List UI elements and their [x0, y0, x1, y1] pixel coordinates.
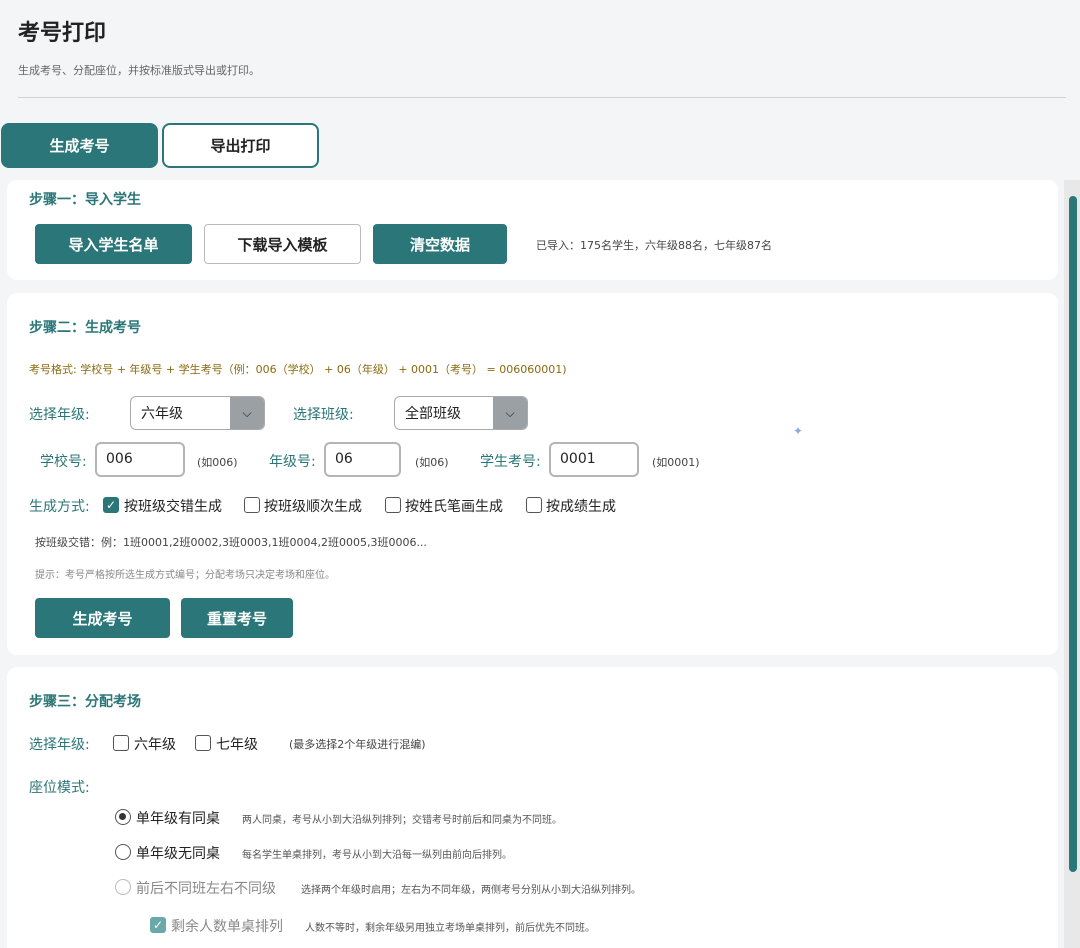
school-number-label: 学校号: [40, 454, 87, 470]
step3-card: 步骤三：分配考场 选择年级: 六年级 七年级 (最多选择2个年级进行混编) 座位… [7, 667, 1058, 948]
seat-mode-mixed-label[interactable]: 前后不同班左右不同级 [136, 878, 276, 898]
seat-mode-pair-label[interactable]: 单年级有同桌 [136, 808, 220, 828]
seat-mode-mixed-desc: 选择两个年级时启用；左右为不同年级，两侧考号分别从小到大沿纵列排列。 [301, 885, 641, 896]
school-number-input[interactable]: 006 [95, 442, 185, 477]
grade-number-hint: (如06) [415, 456, 449, 469]
seat-mode-single-desc: 每名学生单桌排列，考号从小到大沿每一纵列由前向后排列。 [242, 850, 512, 861]
step1-title: 步骤一：导入学生 [29, 192, 141, 208]
student-number-input[interactable]: 0001 [549, 442, 639, 477]
check-icon[interactable]: ✓ [103, 497, 119, 513]
method-checkbox-strokes[interactable] [385, 497, 401, 513]
chevron-down-icon: ⌵ [493, 397, 527, 429]
seat-mode-single-label[interactable]: 单年级无同桌 [136, 843, 220, 863]
method-example: 按班级交错：例：1班0001,2班0002,3班0003,1班0004,2班00… [35, 536, 427, 549]
grade-option-six[interactable]: 六年级 [134, 734, 176, 754]
grade-checkbox-seven[interactable] [195, 735, 211, 751]
grade-checkbox-six[interactable] [113, 735, 129, 751]
tab-generate-number[interactable]: 生成考号 [1, 123, 158, 168]
grade-option-seven[interactable]: 七年级 [216, 734, 258, 754]
number-format-text: 考号格式: 学校号 + 年级号 + 学生考号（例：006（学校） + 06（年级… [29, 363, 567, 376]
page-title: 考号打印 [18, 21, 107, 46]
class-select-label: 选择班级: [293, 407, 354, 423]
grade-select-value: 六年级 [141, 406, 183, 422]
step3-grade-label: 选择年级: [29, 737, 90, 753]
sparkle-icon: ✦ [793, 424, 804, 438]
grade-number-label: 年级号: [269, 454, 316, 470]
method-option-sequential[interactable]: 按班级顺次生成 [264, 496, 362, 516]
class-select-value: 全部班级 [405, 406, 461, 422]
page-subtitle: 生成考号、分配座位，并按标准版式导出或打印。 [18, 64, 260, 77]
grade-mix-hint: (最多选择2个年级进行混编) [289, 738, 426, 751]
generate-number-button[interactable]: 生成考号 [35, 598, 170, 638]
seat-mode-label: 座位模式: [29, 780, 90, 796]
grade-number-input[interactable]: 06 [324, 442, 401, 477]
method-checkbox-score[interactable] [526, 497, 542, 513]
seat-mode-pair-desc: 两人同桌，考号从小到大沿纵列排列；交错考号时前后和同桌为不同班。 [242, 815, 562, 826]
step2-title: 步骤二：生成考号 [29, 320, 141, 336]
seat-mode-radio-single[interactable] [115, 844, 131, 860]
class-select[interactable]: 全部班级 ⌵ [394, 396, 528, 430]
school-number-hint: (如006) [197, 456, 238, 469]
reset-number-button[interactable]: 重置考号 [181, 598, 293, 638]
tab-export-print[interactable]: 导出打印 [162, 123, 319, 168]
header-divider [18, 97, 1066, 98]
page-header: 考号打印 生成考号、分配座位，并按标准版式导出或打印。 [18, 18, 1066, 78]
grade-select[interactable]: 六年级 ⌵ [130, 396, 265, 430]
method-label: 生成方式: [29, 499, 90, 515]
seat-mode-radio-pair[interactable] [115, 809, 131, 825]
method-checkbox-sequential[interactable] [244, 497, 260, 513]
student-number-label: 学生考号: [480, 454, 541, 470]
remainder-single-label[interactable]: 剩余人数单桌排列 [171, 916, 283, 936]
step1-card: 步骤一：导入学生 导入学生名单 下载导入模板 清空数据 已导入：175名学生，六… [7, 180, 1058, 280]
method-option-score[interactable]: 按成绩生成 [546, 496, 616, 516]
method-option-interleave[interactable]: 按班级交错生成 [124, 496, 222, 516]
download-template-button[interactable]: 下载导入模板 [204, 224, 361, 264]
seat-mode-radio-mixed[interactable] [115, 879, 131, 895]
import-status: 已导入：175名学生，六年级88名，七年级87名 [536, 239, 772, 252]
scrollbar-thumb[interactable] [1069, 196, 1077, 872]
check-icon[interactable]: ✓ [150, 917, 166, 933]
grade-select-label: 选择年级: [29, 407, 90, 423]
step2-card: 步骤二：生成考号 考号格式: 学校号 + 年级号 + 学生考号（例：006（学校… [7, 293, 1058, 655]
clear-data-button[interactable]: 清空数据 [373, 224, 507, 264]
method-tip: 提示：考号严格按所选生成方式编号；分配考场只决定考场和座位。 [35, 570, 335, 581]
step3-title: 步骤三：分配考场 [29, 694, 141, 710]
method-option-strokes[interactable]: 按姓氏笔画生成 [405, 496, 503, 516]
remainder-single-desc: 人数不等时，剩余年级另用独立考场单桌排列，前后优先不同班。 [305, 923, 595, 934]
chevron-down-icon: ⌵ [230, 397, 264, 429]
student-number-hint: (如0001) [652, 456, 700, 469]
import-students-button[interactable]: 导入学生名单 [35, 224, 192, 264]
